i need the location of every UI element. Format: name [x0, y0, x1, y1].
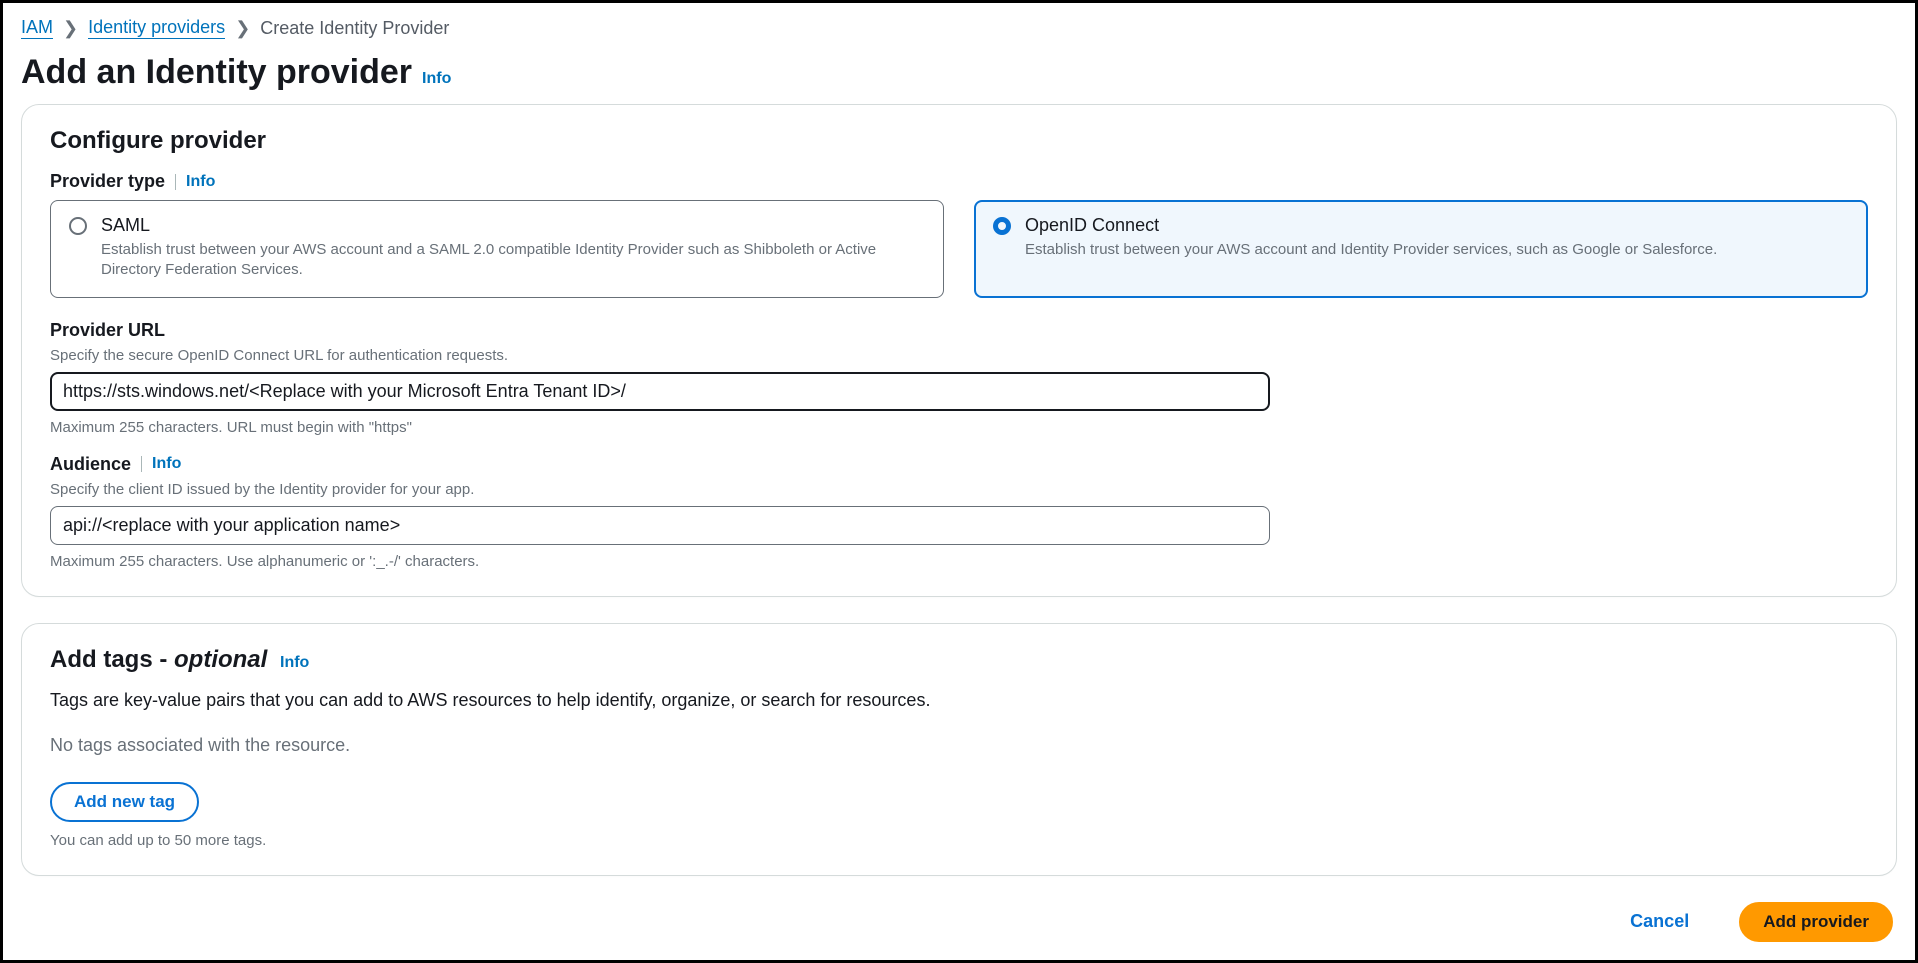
tags-description: Tags are key-value pairs that you can ad… [50, 690, 1868, 711]
breadcrumb: IAM ❯ Identity providers ❯ Create Identi… [21, 13, 1897, 47]
tags-limit-hint: You can add up to 50 more tags. [50, 832, 1868, 849]
radio-checked-icon [993, 217, 1011, 235]
tags-heading-optional: optional [174, 646, 267, 673]
audience-input[interactable] [50, 506, 1270, 545]
provider-type-oidc-tile[interactable]: OpenID Connect Establish trust between y… [974, 200, 1868, 298]
divider [141, 456, 142, 472]
audience-field: Audience Info Specify the client ID issu… [50, 454, 1868, 570]
breadcrumb-link-iam[interactable]: IAM [21, 17, 53, 39]
tags-heading: Add tags - optional Info [50, 646, 1868, 674]
add-new-tag-button[interactable]: Add new tag [50, 782, 199, 822]
audience-info-link[interactable]: Info [152, 455, 181, 473]
chevron-right-icon: ❯ [235, 18, 250, 39]
tags-heading-prefix: Add tags - [50, 646, 174, 673]
page-header: Add an Identity provider Info [21, 47, 1897, 104]
configure-provider-panel: Configure provider Provider type Info SA… [21, 104, 1897, 597]
divider [175, 174, 176, 190]
tags-empty-text: No tags associated with the resource. [50, 735, 1868, 756]
radio-unchecked-icon [69, 217, 87, 235]
provider-url-field: Provider URL Specify the secure OpenID C… [50, 320, 1868, 436]
configure-heading: Configure provider [50, 127, 1868, 155]
audience-constraint: Maximum 255 characters. Use alphanumeric… [50, 553, 1868, 570]
provider-url-constraint: Maximum 255 characters. URL must begin w… [50, 419, 1868, 436]
provider-type-info-link[interactable]: Info [186, 173, 215, 191]
tile-title: OpenID Connect [1025, 215, 1717, 236]
provider-url-hint: Specify the secure OpenID Connect URL fo… [50, 347, 1868, 364]
breadcrumb-current: Create Identity Provider [260, 18, 449, 39]
add-tags-panel: Add tags - optional Info Tags are key-va… [21, 623, 1897, 876]
cancel-button[interactable]: Cancel [1608, 903, 1711, 940]
provider-type-label: Provider type [50, 171, 165, 192]
form-actions: Cancel Add provider [21, 902, 1897, 942]
tile-title: SAML [101, 215, 925, 236]
tile-desc: Establish trust between your AWS account… [1025, 240, 1717, 260]
page-info-link[interactable]: Info [422, 70, 451, 88]
audience-hint: Specify the client ID issued by the Iden… [50, 481, 1868, 498]
provider-type-tiles: SAML Establish trust between your AWS ac… [50, 200, 1868, 298]
tile-desc: Establish trust between your AWS account… [101, 240, 925, 281]
provider-url-label: Provider URL [50, 320, 165, 341]
tags-info-link[interactable]: Info [280, 654, 309, 671]
chevron-right-icon: ❯ [63, 18, 78, 39]
add-provider-button[interactable]: Add provider [1739, 902, 1893, 942]
provider-type-saml-tile[interactable]: SAML Establish trust between your AWS ac… [50, 200, 944, 298]
provider-url-input[interactable] [50, 372, 1270, 411]
breadcrumb-link-identity-providers[interactable]: Identity providers [88, 17, 225, 39]
page-title: Add an Identity provider [21, 53, 412, 92]
audience-label: Audience [50, 454, 131, 475]
